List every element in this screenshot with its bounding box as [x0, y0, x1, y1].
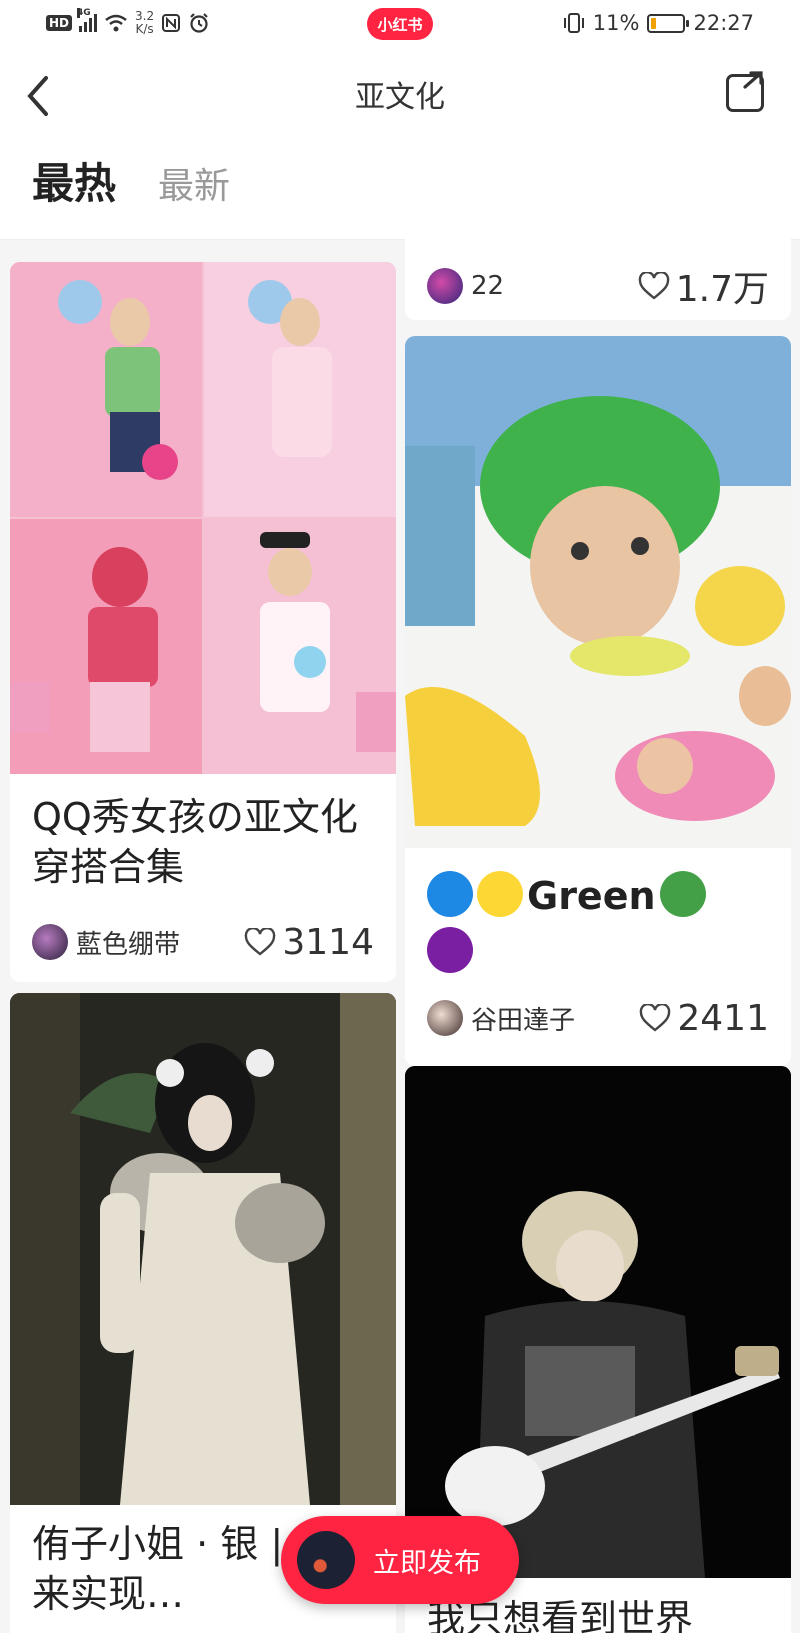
avatar — [427, 1000, 463, 1036]
heart-icon — [640, 1004, 671, 1032]
publish-thumbnail — [297, 1531, 355, 1589]
page-title: 亚文化 — [355, 80, 445, 115]
topic-header: 亚文化 最热 最新 — [0, 50, 800, 240]
green-circle-icon — [659, 871, 706, 917]
publish-label: 立即发布 — [373, 1547, 481, 1579]
heart-icon — [638, 272, 670, 300]
signal-icon: 4G — [77, 8, 98, 32]
speed-unit: K/s — [135, 22, 154, 36]
tab-newest[interactable]: 最新 — [158, 157, 230, 209]
author-name: 藍色绷带 — [76, 929, 181, 960]
app-screen: HD 4G 3.2 K/s 小红书 11% 22:27 亚文化 最热 最新 QQ… — [0, 0, 800, 1633]
share-icon[interactable] — [726, 71, 764, 112]
status-left: HD 4G 3.2 K/s — [46, 8, 210, 36]
heart-icon — [245, 928, 276, 956]
author[interactable]: 谷田達子 — [427, 1000, 575, 1037]
app-badge: 小红书 — [367, 8, 433, 40]
note-title: QQ秀女孩の亚文化穿搭合集 — [32, 795, 358, 889]
vibrate-icon — [563, 13, 584, 33]
note-title-text: Green — [527, 874, 656, 918]
avatar — [427, 268, 463, 304]
note-cover-image — [10, 262, 396, 774]
battery-percent: 11% — [592, 11, 640, 35]
author[interactable]: 22 — [427, 268, 504, 304]
note-card[interactable]: QQ秀女孩の亚文化穿搭合集 藍色绷带 3114 — [10, 262, 396, 982]
note-card[interactable]: Green 谷田達子 2411 — [405, 336, 791, 1066]
like-count: 2411 — [677, 997, 769, 1039]
note-card[interactable]: 22 1.7万 — [405, 220, 791, 320]
clock: 22:27 — [693, 11, 754, 35]
author[interactable]: 藍色绷带 — [32, 924, 180, 961]
wifi-icon — [105, 14, 127, 32]
note-cover-image — [405, 336, 791, 848]
note-cover-image — [405, 1066, 791, 1578]
purple-circle-icon — [427, 927, 473, 973]
blue-circle-icon — [427, 871, 473, 917]
author-name: 谷田達子 — [471, 1005, 576, 1036]
note-cover-image — [10, 993, 396, 1505]
tab-hottest[interactable]: 最热 — [32, 150, 116, 211]
like-button[interactable]: 3114 — [244, 922, 374, 963]
hd-indicator: HD — [46, 15, 73, 31]
note-meta: 22 1.7万 — [427, 264, 769, 310]
like-button[interactable]: 2411 — [639, 998, 769, 1039]
note-title: Green — [427, 868, 771, 980]
note-meta: 谷田達子 2411 — [427, 996, 769, 1040]
status-bar: HD 4G 3.2 K/s 小红书 11% 22:27 — [0, 0, 800, 50]
author-name: 22 — [471, 271, 505, 301]
network-type: 4G — [77, 8, 91, 18]
sort-tabs: 最热 最新 — [32, 150, 230, 211]
yellow-circle-icon — [477, 871, 523, 917]
network-speed: 3.2 K/s — [135, 10, 154, 36]
nfc-icon — [162, 14, 181, 32]
alarm-icon — [190, 13, 208, 33]
like-count: 1.7万 — [675, 269, 769, 310]
note-meta: 藍色绷带 3114 — [32, 920, 374, 964]
publish-button[interactable]: 立即发布 — [281, 1516, 519, 1604]
battery-icon — [647, 13, 690, 33]
like-count: 3114 — [282, 921, 374, 963]
speed-value: 3.2 — [135, 9, 155, 23]
status-right: 11% 22:27 — [563, 11, 754, 35]
avatar — [32, 924, 68, 960]
like-button[interactable]: 1.7万 — [638, 260, 769, 312]
